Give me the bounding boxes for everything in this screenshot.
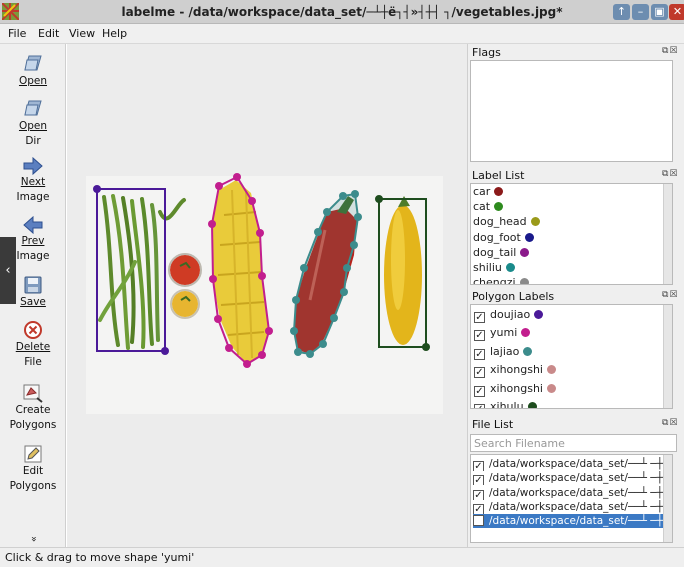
polygon-label-item[interactable]: ✓ yumi [474,324,531,342]
label-list-title: Label List [472,169,525,182]
checkbox[interactable]: ✓ [473,490,484,500]
label-list-item[interactable]: dog_foot [473,230,534,246]
label-list-scrollbar[interactable] [663,184,672,284]
checkbox[interactable]: ✓ [474,404,485,408]
flags-title: Flags [472,46,501,59]
color-dot-icon [534,310,544,319]
zucchini-illustration [384,196,422,345]
file-list-item-selected[interactable]: /data/workspace/data_set/──┴ ─┼ë▒ [473,514,672,528]
prev-nav-tab[interactable]: ‹ [0,237,16,304]
label-list-dock-controls[interactable]: ⧉☒ [662,169,679,179]
status-message: Click & drag to move shape 'yumi' [5,551,195,564]
polygon-label-item[interactable]: ✓ xihongshi [474,361,556,379]
color-dot-icon [530,217,540,226]
polygon-labels-title: Polygon Labels [472,290,555,303]
label-list-item[interactable]: car [473,184,504,200]
color-dot-icon [521,328,531,337]
label-list-panel: car cat dog_head dog_foot dog_tail shili… [470,183,673,285]
status-bar: Click & drag to move shape 'yumi' [0,547,684,567]
label-list-item[interactable]: dog_head [473,214,540,230]
color-dot-icon [546,365,556,374]
checkbox[interactable]: ✓ [473,475,484,485]
flags-panel[interactable] [470,60,673,162]
file-list-dock-controls[interactable]: ⧉☒ [662,418,679,428]
color-dot-icon [505,263,515,272]
checkbox[interactable]: ✓ [474,330,485,341]
checkbox[interactable] [473,515,484,526]
polygon-label-item[interactable]: ✓ xihongshi [474,380,556,398]
file-list-item[interactable]: ✓/data/workspace/data_set/──┴ ─┼ë▒ [473,471,672,485]
label-list-item[interactable]: chengzi [473,275,529,284]
color-dot-icon [519,278,529,284]
checkbox[interactable]: ✓ [473,461,484,471]
checkbox[interactable]: ✓ [474,386,485,397]
polygon-label-item[interactable]: ✓ lajiao [474,343,533,361]
checkbox[interactable]: ✓ [474,349,485,360]
shape-lajiao[interactable] [290,190,362,358]
checkbox[interactable]: ✓ [474,312,485,323]
flags-dock-controls[interactable]: ⧉☒ [662,46,679,56]
dock-panel: Flags ⧉☒ Label List ⧉☒ car cat dog_head … [467,44,684,547]
corn-illustration [212,180,269,363]
label-list-item[interactable]: cat [473,199,504,215]
label-list-item[interactable]: shiliu [473,260,515,276]
label-list-item[interactable]: dog_tail [473,245,530,261]
color-dot-icon [524,233,534,242]
color-dot-icon [527,402,537,408]
color-dot-icon [523,347,533,356]
file-list-panel: ✓/data/workspace/data_set/──┴ ─┼ë▒ ✓/dat… [470,454,673,543]
color-dot-icon [546,384,556,393]
file-list-item[interactable]: ✓/data/workspace/data_set/──┴ ─┼ë▒ [473,500,672,514]
color-dot-icon [494,202,504,211]
checkbox[interactable]: ✓ [473,504,484,514]
file-list-item[interactable]: ✓/data/workspace/data_set/──┴ ─┼ë▒ [473,457,672,471]
checkbox[interactable]: ✓ [474,367,485,378]
tomatoes-illustration [168,253,202,319]
polygon-label-item[interactable]: ✓xihulu [474,398,537,408]
color-dot-icon [520,248,530,257]
file-list-title: File List [472,418,514,431]
polygon-label-item[interactable]: ✓ doujiao [474,306,544,324]
polygon-labels-scrollbar[interactable] [663,305,672,408]
polygon-labels-dock-controls[interactable]: ⧉☒ [662,290,679,300]
search-filename-input[interactable] [470,434,677,452]
color-dot-icon [494,187,504,196]
polygon-labels-panel: ✓ doujiao ✓ yumi ✓ lajiao ✓ xihongshi ✓ xihon… [470,304,673,409]
file-list-item[interactable]: ✓/data/workspace/data_set/──┴ ─┼ë▒ [473,486,672,500]
file-list-scrollbar[interactable] [663,455,672,542]
